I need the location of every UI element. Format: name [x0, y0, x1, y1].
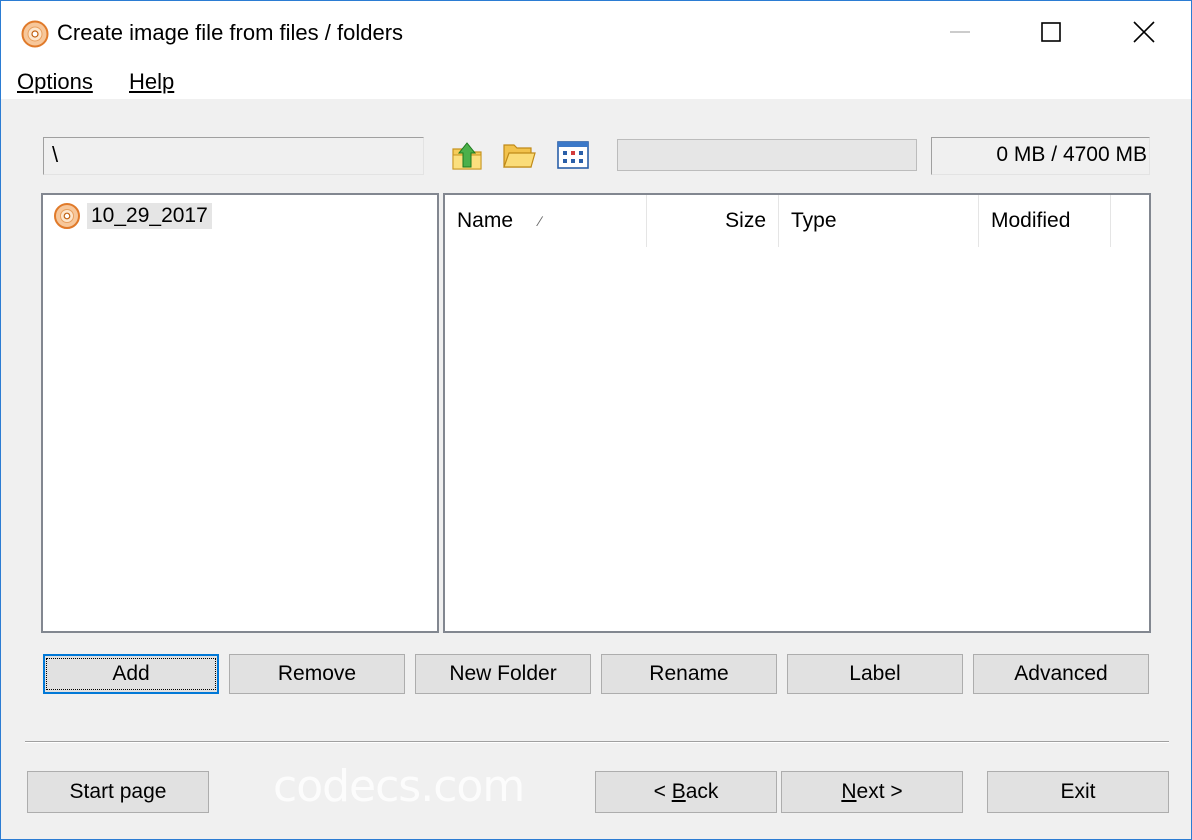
remove-button-label: Remove [277, 662, 357, 685]
watermark: codecs.com [273, 761, 525, 812]
exit-button[interactable]: Exit [987, 771, 1169, 813]
column-header-type-label: Type [791, 209, 837, 232]
remove-button[interactable]: Remove [229, 654, 405, 694]
back-button-prefix: < [653, 780, 672, 803]
exit-button-label: Exit [1060, 780, 1096, 803]
folder-up-icon[interactable] [449, 137, 485, 173]
path-field[interactable]: \ [43, 137, 424, 175]
back-button-label: < Back [654, 780, 719, 804]
back-button-accesskey: B [671, 780, 686, 803]
next-button[interactable]: Next > [781, 771, 963, 813]
separator [25, 741, 1169, 743]
disc-app-icon [21, 20, 49, 48]
title-bar: Create image file from files / folders [1, 1, 1191, 65]
menu-options[interactable]: Options [17, 69, 93, 95]
maximize-button[interactable] [1004, 1, 1098, 63]
column-header-type[interactable]: Type [779, 195, 979, 247]
add-button-focus: Add [46, 658, 216, 690]
add-button-label: Add [112, 662, 150, 685]
app-window: Create image file from files / folders O… [0, 0, 1192, 840]
capacity-readout: 0 MB / 4700 MB [931, 137, 1150, 175]
menu-options-label: Options [17, 69, 93, 94]
disc-icon [54, 203, 80, 229]
view-icon[interactable] [555, 137, 591, 173]
back-button[interactable]: < Back [595, 771, 777, 813]
minimize-icon [950, 31, 970, 33]
next-button-accesskey: N [841, 780, 857, 803]
next-button-rest: ext > [856, 780, 903, 803]
tree-item[interactable]: 10_29_2017 [53, 202, 212, 230]
label-button-label: Label [849, 662, 901, 685]
menu-help[interactable]: Help [129, 69, 174, 95]
rename-button-label: Rename [649, 662, 729, 685]
minimize-button[interactable] [913, 1, 1007, 63]
menu-bar: Options Help [1, 65, 1191, 99]
start-page-button[interactable]: Start page [27, 771, 209, 813]
file-list[interactable]: Name ∕ Size Type Modified [443, 193, 1151, 633]
close-icon [1133, 21, 1155, 43]
column-header-modified-label: Modified [991, 209, 1071, 232]
label-button[interactable]: Label [787, 654, 963, 694]
new-folder-button[interactable]: New Folder [415, 654, 591, 694]
advanced-button[interactable]: Advanced [973, 654, 1149, 694]
next-button-label: Next > [841, 780, 902, 804]
start-page-button-label: Start page [69, 780, 167, 803]
sort-ascending-icon: ∕ [539, 213, 542, 229]
back-button-rest: ack [685, 780, 719, 803]
column-header-modified[interactable]: Modified [979, 195, 1111, 247]
maximize-icon [1041, 22, 1061, 42]
close-button[interactable] [1097, 1, 1191, 63]
open-folder-icon[interactable] [501, 137, 537, 173]
tree-item-label: 10_29_2017 [87, 203, 212, 229]
add-button[interactable]: Add [43, 654, 219, 694]
folder-tree[interactable]: 10_29_2017 [41, 193, 439, 633]
column-header-size[interactable]: Size [647, 195, 779, 247]
capacity-progress-bar [617, 139, 917, 171]
window-title: Create image file from files / folders [57, 20, 404, 45]
rename-button[interactable]: Rename [601, 654, 777, 694]
new-folder-button-label: New Folder [449, 662, 557, 685]
advanced-button-label: Advanced [1014, 662, 1108, 685]
column-header-name-label: Name [457, 209, 514, 232]
column-header-name[interactable]: Name ∕ [445, 195, 647, 247]
menu-help-label: Help [129, 69, 175, 94]
column-header-size-label: Size [725, 209, 766, 232]
